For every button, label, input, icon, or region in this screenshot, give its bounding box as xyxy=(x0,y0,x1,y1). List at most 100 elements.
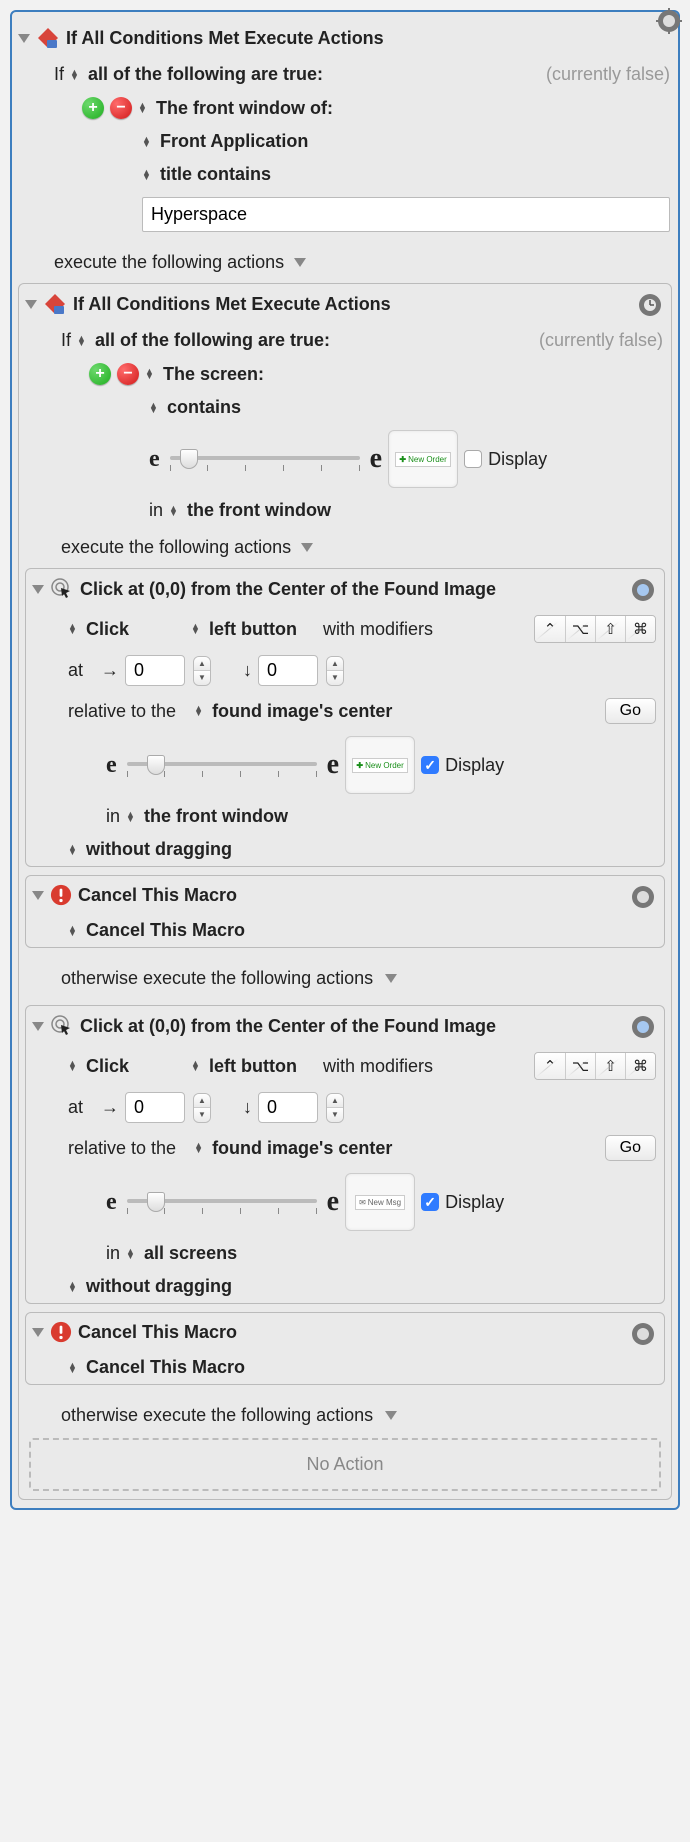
drag-picker[interactable] xyxy=(68,845,80,855)
otherwise-disclosure[interactable] xyxy=(385,1411,397,1420)
click1-drag-row: without dragging xyxy=(26,833,664,866)
arrow-right-icon: → xyxy=(101,660,119,681)
attr-picker[interactable] xyxy=(142,170,154,180)
y-stepper[interactable]: ▲▼ xyxy=(326,1093,344,1123)
otherwise-disclosure[interactable] xyxy=(385,974,397,983)
y-stepper[interactable]: ▲▼ xyxy=(326,656,344,686)
match-mode-picker[interactable] xyxy=(77,336,89,346)
y-input[interactable] xyxy=(258,655,318,686)
click2-image-row: e e ✉New Msg Display xyxy=(26,1167,664,1237)
click2-scope-row: in all screens xyxy=(26,1237,664,1270)
click-type-picker[interactable] xyxy=(68,1061,80,1071)
x-stepper[interactable]: ▲▼ xyxy=(193,1093,211,1123)
relative-target: found image's center xyxy=(212,701,392,722)
drag-label: without dragging xyxy=(86,839,232,860)
outer-cond-target-row: + − The front window of: xyxy=(12,91,678,125)
relative-label: relative to the xyxy=(68,1138,176,1159)
target-picker[interactable] xyxy=(138,103,150,113)
in-label: in xyxy=(106,806,120,827)
gear-icon[interactable] xyxy=(630,1321,656,1347)
button-picker[interactable] xyxy=(191,1061,203,1071)
display-checkbox[interactable] xyxy=(421,756,439,774)
click1-relative-row: relative to the found image's center Go xyxy=(26,692,664,730)
x-input[interactable] xyxy=(125,655,185,686)
cancel1-title: Cancel This Macro xyxy=(78,885,237,906)
click-label: Click xyxy=(86,619,129,640)
click-action-1: Click at (0,0) from the Center of the Fo… xyxy=(25,568,665,867)
no-action-dropzone[interactable]: No Action xyxy=(29,1438,661,1491)
image-well[interactable]: ✉New Msg xyxy=(345,1173,415,1231)
fuzziness-slider[interactable] xyxy=(170,444,360,474)
actions-disclosure[interactable] xyxy=(301,543,313,552)
if-label: If xyxy=(61,330,71,351)
relative-target: found image's center xyxy=(212,1138,392,1159)
gear-icon[interactable] xyxy=(637,292,663,318)
display-checkbox[interactable] xyxy=(464,450,482,468)
add-condition-button[interactable]: + xyxy=(89,363,111,385)
button-picker[interactable] xyxy=(191,624,203,634)
mod-opt[interactable]: ⌥ xyxy=(565,1053,595,1079)
relative-picker[interactable] xyxy=(194,1143,206,1153)
cond-target: The screen: xyxy=(163,364,264,385)
outer-cond-app-row: Front Application xyxy=(12,125,678,158)
collapse-toggle[interactable] xyxy=(32,1328,44,1337)
cancel-opt-picker[interactable] xyxy=(68,1363,80,1373)
collapse-toggle[interactable] xyxy=(32,891,44,900)
attr-picker[interactable] xyxy=(149,403,161,413)
click2-title: Click at (0,0) from the Center of the Fo… xyxy=(80,1016,496,1037)
gear-icon[interactable] xyxy=(630,577,656,603)
collapse-toggle[interactable] xyxy=(32,585,44,594)
remove-condition-button[interactable]: − xyxy=(110,97,132,119)
cond-target: The front window of: xyxy=(156,98,333,119)
actions-disclosure[interactable] xyxy=(294,258,306,267)
click-type-picker[interactable] xyxy=(68,624,80,634)
cancel-opt: Cancel This Macro xyxy=(86,920,245,941)
mod-cmd[interactable]: ⌘ xyxy=(625,1053,655,1079)
cancel-opt-picker[interactable] xyxy=(68,926,80,936)
scope-picker[interactable] xyxy=(126,1249,138,1259)
collapse-toggle[interactable] xyxy=(32,1022,44,1031)
inner-cond-attr-row: contains xyxy=(19,391,671,424)
fuzziness-slider-wrap: e e xyxy=(149,443,382,475)
match-mode: all of the following are true: xyxy=(95,330,330,351)
x-stepper[interactable]: ▲▼ xyxy=(193,656,211,686)
image-well[interactable]: ✚New Order xyxy=(345,736,415,794)
outer-if-action: If All Conditions Met Execute Actions If… xyxy=(10,10,680,1510)
x-input[interactable] xyxy=(125,1092,185,1123)
relative-label: relative to the xyxy=(68,701,176,722)
relative-picker[interactable] xyxy=(194,706,206,716)
scope-picker[interactable] xyxy=(126,812,138,822)
mod-shift[interactable]: ⇧ xyxy=(595,616,625,642)
remove-condition-button[interactable]: − xyxy=(117,363,139,385)
go-button[interactable]: Go xyxy=(605,698,656,724)
mod-ctrl[interactable]: ⌃ xyxy=(535,1053,565,1079)
title-contains-input[interactable] xyxy=(142,197,670,232)
fuzziness-slider[interactable] xyxy=(127,1187,317,1217)
match-mode-picker[interactable] xyxy=(70,70,82,80)
scope-picker[interactable] xyxy=(169,506,181,516)
drag-picker[interactable] xyxy=(68,1282,80,1292)
gear-icon[interactable] xyxy=(630,884,656,910)
collapse-toggle[interactable] xyxy=(25,300,37,309)
image-well[interactable]: ✚New Order xyxy=(388,430,458,488)
inner-if-action: If All Conditions Met Execute Actions If… xyxy=(18,283,672,1500)
app-picker[interactable] xyxy=(142,137,154,147)
condition-status: (currently false) xyxy=(546,64,670,85)
cancel2-opt-row: Cancel This Macro xyxy=(26,1351,664,1384)
in-label: in xyxy=(149,500,163,521)
collapse-toggle[interactable] xyxy=(18,34,30,43)
mod-ctrl[interactable]: ⌃ xyxy=(535,616,565,642)
gear-icon[interactable] xyxy=(630,1014,656,1040)
gear-icon[interactable] xyxy=(656,8,682,34)
go-button[interactable]: Go xyxy=(605,1135,656,1161)
display-checkbox[interactable] xyxy=(421,1193,439,1211)
add-condition-button[interactable]: + xyxy=(82,97,104,119)
inner-if-condition-row: If all of the following are true: (curre… xyxy=(19,324,671,357)
fuzziness-slider[interactable] xyxy=(127,750,317,780)
fuzziness-slider-wrap: e e xyxy=(106,1186,339,1218)
mod-cmd[interactable]: ⌘ xyxy=(625,616,655,642)
mod-shift[interactable]: ⇧ xyxy=(595,1053,625,1079)
target-picker[interactable] xyxy=(145,369,157,379)
y-input[interactable] xyxy=(258,1092,318,1123)
mod-opt[interactable]: ⌥ xyxy=(565,616,595,642)
